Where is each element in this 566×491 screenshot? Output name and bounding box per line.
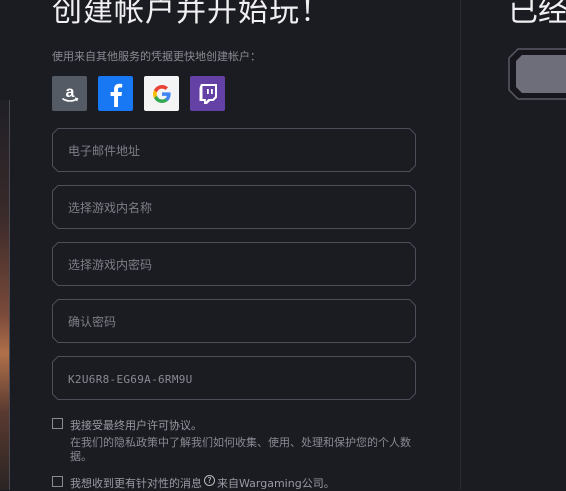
help-icon[interactable]: ? (204, 475, 215, 486)
eula-checkbox-row[interactable]: 我接受最终用户许可协议。 (52, 417, 202, 433)
invite-code-field-wrapper (52, 356, 416, 402)
invite-code-field[interactable] (66, 356, 405, 402)
password-field-wrapper (52, 242, 416, 288)
google-signup-button[interactable] (144, 76, 179, 111)
confirm-password-field[interactable] (66, 299, 405, 345)
social-signup-caption: 使用来自其他服务的凭据更快地创建帐户： (52, 50, 261, 63)
marketing-checkbox-row[interactable]: 我想收到更有针对性的消息 ? 来自Wargaming公司。 (52, 475, 335, 491)
marketing-label-start: 我想收到更有针对性的消息 (70, 477, 202, 490)
login-button[interactable] (508, 48, 566, 100)
twitch-signup-button[interactable] (190, 76, 225, 111)
email-field[interactable] (66, 128, 405, 174)
facebook-icon (110, 83, 122, 107)
twitch-icon (199, 83, 217, 104)
panel-divider (460, 0, 461, 490)
privacy-note: 在我们的隐私政策中了解我们如何收集、使用、处理和保护您的个人数据。 (70, 436, 411, 463)
password-field[interactable] (66, 242, 405, 288)
eula-label: 我接受最终用户许可协议。 (70, 419, 202, 432)
amazon-signup-button[interactable]: a (52, 76, 87, 111)
eula-checkbox[interactable] (52, 418, 63, 429)
page-title: 创建帐户并开始玩！ (52, 0, 331, 29)
nickname-field-wrapper (52, 185, 416, 231)
background-artwork (0, 100, 10, 490)
confirm-password-field-wrapper (52, 299, 416, 345)
amazon-icon: a (61, 84, 78, 102)
marketing-label-end: 来自Wargaming公司。 (217, 477, 335, 490)
marketing-checkbox[interactable] (52, 476, 63, 487)
google-icon (152, 84, 171, 103)
facebook-signup-button[interactable] (98, 76, 133, 111)
login-panel-title: 已经 (508, 0, 566, 29)
email-field-wrapper (52, 128, 416, 174)
svg-text:a: a (65, 84, 74, 101)
nickname-field[interactable] (66, 185, 405, 231)
